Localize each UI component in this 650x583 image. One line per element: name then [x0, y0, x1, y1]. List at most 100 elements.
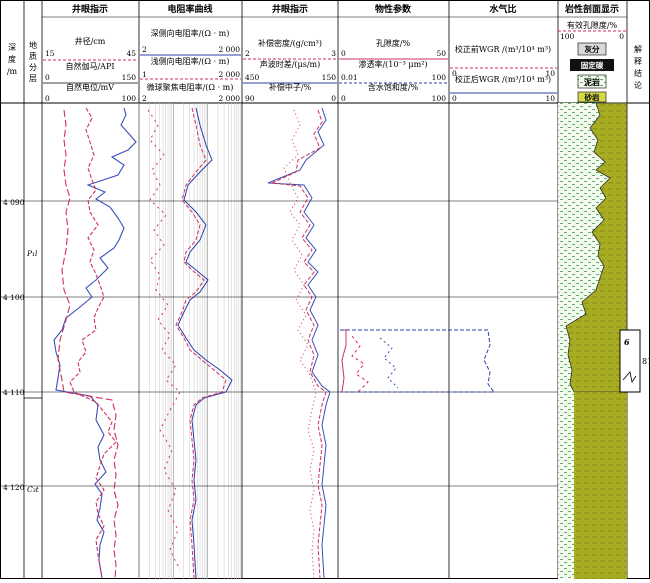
track4-curves — [340, 329, 495, 393]
neutron-curve — [283, 109, 317, 579]
interpretation-code: 6 — [624, 337, 630, 347]
eff-porosity-fill-lower — [574, 392, 627, 579]
depth-tick-4120: 4 120 — [3, 483, 25, 492]
eff-porosity-max: 0 — [619, 32, 624, 41]
depth-tick-4100: 4 100 — [3, 293, 25, 302]
geology-header-char-4: 层 — [29, 74, 37, 83]
eff-porosity-min: 100 — [560, 32, 575, 41]
caliper-max: 45 — [126, 49, 136, 58]
sonic-label: 声波时差/(μs/m) — [260, 59, 321, 69]
sw-curve-2 — [379, 337, 399, 389]
perm-label: 渗透率/(10⁻³ μm²) — [358, 59, 427, 69]
well-log-panel: 深 度 /m 地 质 分 层 解 释 结 论 井眼指示 电阻率曲线 井眼指示 物… — [0, 0, 650, 579]
track1-header: 井径/cm 15 45 自然伽马/API 0 150 自然电位/mV 0 100 — [43, 36, 138, 103]
density-max: 3 — [331, 49, 336, 58]
sonic-curve — [267, 107, 331, 579]
track2-header: 深侧向电阻率/(Ω · m) 2 2 000 浅侧向电阻率/(Ω · m) 1 … — [140, 28, 241, 103]
wgr-before-label: 校正前WGR /(m³/10⁴ m³) — [455, 44, 551, 54]
formation-c3t: C₃t — [27, 485, 40, 494]
neutron-max: 0 — [331, 94, 336, 103]
sw-curve — [351, 335, 369, 393]
eff-porosity-label: 有效孔隙度/% — [567, 20, 618, 30]
interpret-header-char-3: 结 — [634, 68, 642, 78]
perm-curve — [340, 329, 495, 393]
porosity-curve — [340, 329, 347, 393]
track4-title: 物性参数 — [375, 3, 412, 15]
perm-min: 0.01 — [341, 73, 358, 82]
depth-header-char-3: /m — [7, 67, 18, 76]
depth-header: 深 度 /m — [7, 43, 18, 76]
shallow-res-max: 2 000 — [219, 70, 241, 79]
porosity-label: 孔隙度/% — [376, 38, 411, 48]
caliper-label: 井径/cm — [75, 36, 106, 46]
gr-max: 150 — [122, 73, 137, 82]
micro-res-label: 微球聚焦电阻率/(Ω · m) — [147, 82, 234, 92]
density-min: 2 — [245, 49, 250, 58]
track5-header: 校正前WGR /(m³/10⁴ m³) 0 10 校正后WGR /(m³/10⁴… — [450, 44, 557, 103]
sp-min: 0 — [45, 94, 50, 103]
track3-curves — [267, 107, 331, 579]
sw-label: 含水饱和度/% — [368, 82, 419, 92]
neutron-min: 90 — [245, 94, 255, 103]
depth-tick-4110: 4 110 — [3, 388, 25, 397]
track1-curves — [53, 107, 137, 579]
depth-tick-4090: 4 090 — [3, 198, 25, 207]
interpret-header-char-2: 释 — [634, 57, 642, 66]
geology-header-char-3: 分 — [29, 63, 37, 72]
lithology-column — [558, 102, 628, 579]
sonic-max: 150 — [322, 73, 337, 82]
geology-header: 地 质 分 层 — [29, 40, 37, 83]
density-label: 补偿密度/(g/cm³) — [258, 38, 322, 48]
shallow-res-label: 浅侧向电阻率/(Ω · m) — [151, 56, 230, 66]
geology-header-char-1: 地 — [29, 40, 37, 50]
interpretation-box — [619, 329, 641, 393]
interpret-header-char-4: 论 — [634, 80, 642, 90]
sp-curve — [53, 107, 137, 579]
track6-header: 有效孔隙度/% 100 0 灰分 固定碳 泥岩 砂岩 — [558, 20, 627, 103]
micro-res-min: 2 — [142, 94, 147, 103]
porosity-max: 50 — [436, 49, 446, 58]
legend-ash-label: 灰分 — [585, 44, 600, 54]
track2-curves — [147, 107, 233, 579]
depth-header-char-1: 深 — [8, 43, 16, 52]
gr-min: 0 — [45, 73, 50, 82]
gr-curve — [57, 109, 119, 579]
deep-res-max: 2 000 — [219, 45, 241, 54]
interpretation-block: 6 81 — [619, 329, 650, 393]
sp-label: 自然电位/mV — [66, 82, 114, 92]
neutron-label: 补偿中子/% — [269, 82, 312, 92]
track6-title: 岩性剖面显示 — [564, 3, 619, 15]
depth-scale: 4 090 4 100 4 110 4 120 — [3, 198, 25, 492]
sp-max: 100 — [122, 94, 137, 103]
caliper-min: 15 — [45, 49, 55, 58]
deep-res-min: 2 — [142, 45, 147, 54]
track1-title: 井眼指示 — [72, 3, 108, 15]
formation-p1l: P₁l — [26, 249, 38, 258]
sonic-min: 450 — [245, 73, 260, 82]
interpretation-number: 81 — [642, 357, 650, 366]
deep-res-label: 深侧向电阻率/(Ω · m) — [151, 28, 230, 38]
track2-title: 电阻率曲线 — [167, 3, 212, 15]
interpret-header: 解 释 结 论 — [634, 44, 642, 90]
legend-fixed-carbon-label: 固定碳 — [581, 60, 604, 70]
perm-max: 100 — [432, 73, 447, 82]
wgr-after-label: 校正后WGR /(m³/10⁴ m³) — [455, 74, 551, 84]
micro-res-max: 2 000 — [219, 94, 241, 103]
track3-header: 补偿密度/(g/cm³) 2 3 声波时差/(μs/m) 450 150 补偿中… — [243, 38, 337, 103]
geology-header-char-2: 质 — [29, 51, 37, 61]
legend-mudstone-label: 泥岩 — [584, 77, 600, 87]
sw-max: 100 — [432, 94, 447, 103]
sw-min: 0 — [341, 94, 346, 103]
wgr-after-min: 0 — [452, 94, 457, 103]
density-curve — [270, 109, 327, 579]
interpret-header-char-1: 解 — [634, 44, 642, 54]
track4-header: 孔隙度/% 0 50 渗透率/(10⁻³ μm²) 0.01 100 含水饱和度… — [339, 38, 448, 103]
depth-header-char-2: 度 — [8, 54, 16, 64]
shallow-res-min: 1 — [142, 70, 147, 79]
wgr-after-max: 10 — [545, 94, 555, 103]
gr-label: 自然伽马/API — [65, 61, 114, 71]
micro-res-curve — [147, 109, 181, 571]
legend-sandstone-label: 砂岩 — [585, 92, 600, 102]
track3-title: 井眼指示 — [272, 3, 308, 15]
porosity-min: 0 — [341, 49, 346, 58]
